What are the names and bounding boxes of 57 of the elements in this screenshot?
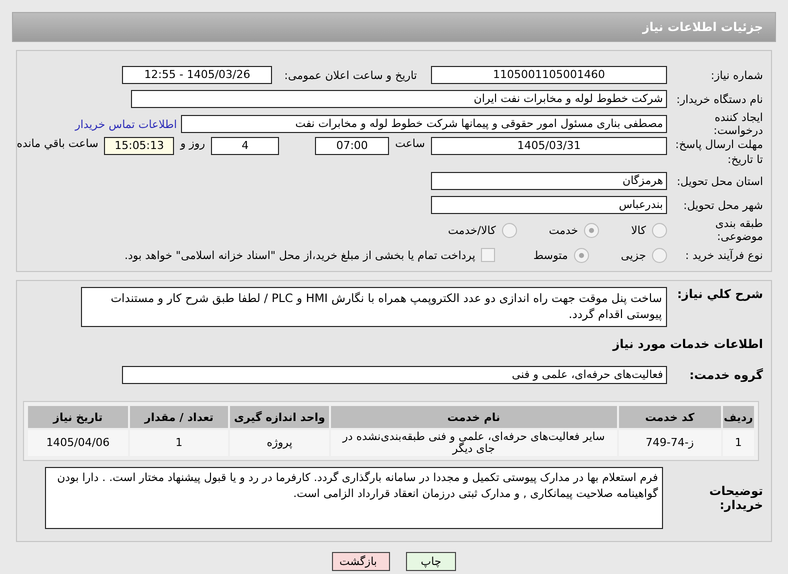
text-field[interactable]: هرمزگان [431, 172, 667, 190]
table-cell: سایر فعالیت‌های حرفه‌ای، علمی و فنی طبقه‌بندی‌نشده در جای دیگر [330, 430, 617, 456]
table-cell: ز-74-749 [618, 430, 721, 456]
option-label: کالا [631, 224, 646, 236]
table-cell: 1 [130, 430, 228, 456]
table-cell: پروژه [230, 430, 329, 456]
checkbox[interactable] [481, 248, 496, 262]
radio-button[interactable] [584, 222, 600, 238]
field-label: استان محل تحویل: [676, 174, 763, 188]
field-label: نوع فرآیند خرید : [684, 248, 763, 262]
field-label: طبقه بندی موضوعی: [714, 217, 763, 243]
countdown-field[interactable]: 15:05:13 [104, 137, 174, 155]
text-field[interactable]: 1405/03/26 - 12:55 [122, 66, 272, 84]
field-label: گروه خدمت: [688, 368, 763, 382]
text-field[interactable]: 1405/03/31 [431, 137, 667, 155]
days-label: روز و [180, 137, 206, 150]
field-label: توضیحات خریدار: [708, 484, 763, 512]
column-header: ردیف [722, 406, 754, 428]
field-label: ایجاد کننده درخواست: [712, 111, 763, 137]
table-cell: 1405/04/06 [28, 430, 128, 456]
option-label: خدمت [548, 224, 578, 236]
radio-button[interactable] [502, 222, 517, 238]
field-label: نام دستگاه خریدار: [675, 92, 763, 106]
header-title: جزئیات اطلاعات نیاز [642, 20, 763, 34]
table-cell: 1 [722, 430, 754, 456]
field-label: مهلت ارسال پاسخ: تا تاریخ: [674, 137, 763, 167]
column-header: کد خدمت [618, 406, 721, 428]
payment-note: پرداخت تمام یا بخشی از مبلغ خرید،از محل "اسناد خزانه اسلامی" خواهد بود. [124, 248, 476, 262]
text-field[interactable]: شرکت خطوط لوله و مخابرات نفت ایران [131, 90, 667, 108]
service-group-field[interactable]: فعالیت‌های حرفه‌ای، علمی و فنی [122, 366, 667, 384]
text-field[interactable]: بندرعباس [431, 196, 667, 214]
field-label: تاریخ و ساعت اعلان عمومی: [283, 68, 417, 82]
section-heading: اطلاعات خدمات مورد نیاز [611, 337, 763, 351]
notes-field[interactable]: فرم استعلام بها در مدارک پیوستی تکمیل و مجددا در سامانه بارگذاری گردد. کارفرما در رد و یا قبول پیشنهاد مختار است. . دارا بودن گواهینامه صلاحیت پیمانکاری , و مدارک ثبتی درزمان انعقاد قرارداد الزامی است. [45, 467, 663, 529]
print-button[interactable]: چاپ [406, 552, 456, 571]
field-label: شهر محل تحویل: [682, 198, 763, 212]
option-label: جزیی [620, 248, 646, 262]
text-field[interactable]: مصطفی بناری مسئول امور حقوقی و پیمانها شرکت خطوط لوله و مخابرات نفت [181, 115, 667, 133]
column-header: واحد اندازه گیری [230, 406, 329, 428]
column-header: تاریخ نیاز [28, 406, 128, 428]
contact-link[interactable]: اطلاعات تماس خریدار [75, 118, 177, 130]
field-label: شماره نیاز: [710, 68, 763, 82]
description-field[interactable]: ساخت پنل موقت جهت راه اندازی دو عدد الکتروپمپ همراه با نگارش HMI و PLC / لطفا طبق شرح کار و مستندات پیوستی اقدام گردد. [81, 287, 667, 327]
column-header: نام خدمت [330, 406, 617, 428]
field-label: شرح کلي نياز: [676, 287, 763, 301]
radio-button[interactable] [652, 222, 667, 238]
column-header: تعداد / مقدار [130, 406, 228, 428]
option-label: کالا/خدمت [448, 224, 496, 236]
time-label: ساعت [395, 137, 425, 150]
text-field[interactable]: 1105001105001460 [431, 66, 667, 84]
radio-button[interactable] [574, 248, 589, 262]
text-field[interactable]: 07:00 [315, 137, 390, 155]
radio-button[interactable] [652, 248, 667, 262]
remaining-label: ساعت باقي مانده [16, 137, 98, 150]
text-field[interactable]: 4 [211, 137, 280, 155]
back-button[interactable]: بازگشت [332, 552, 390, 571]
option-label: متوسط [533, 248, 568, 262]
